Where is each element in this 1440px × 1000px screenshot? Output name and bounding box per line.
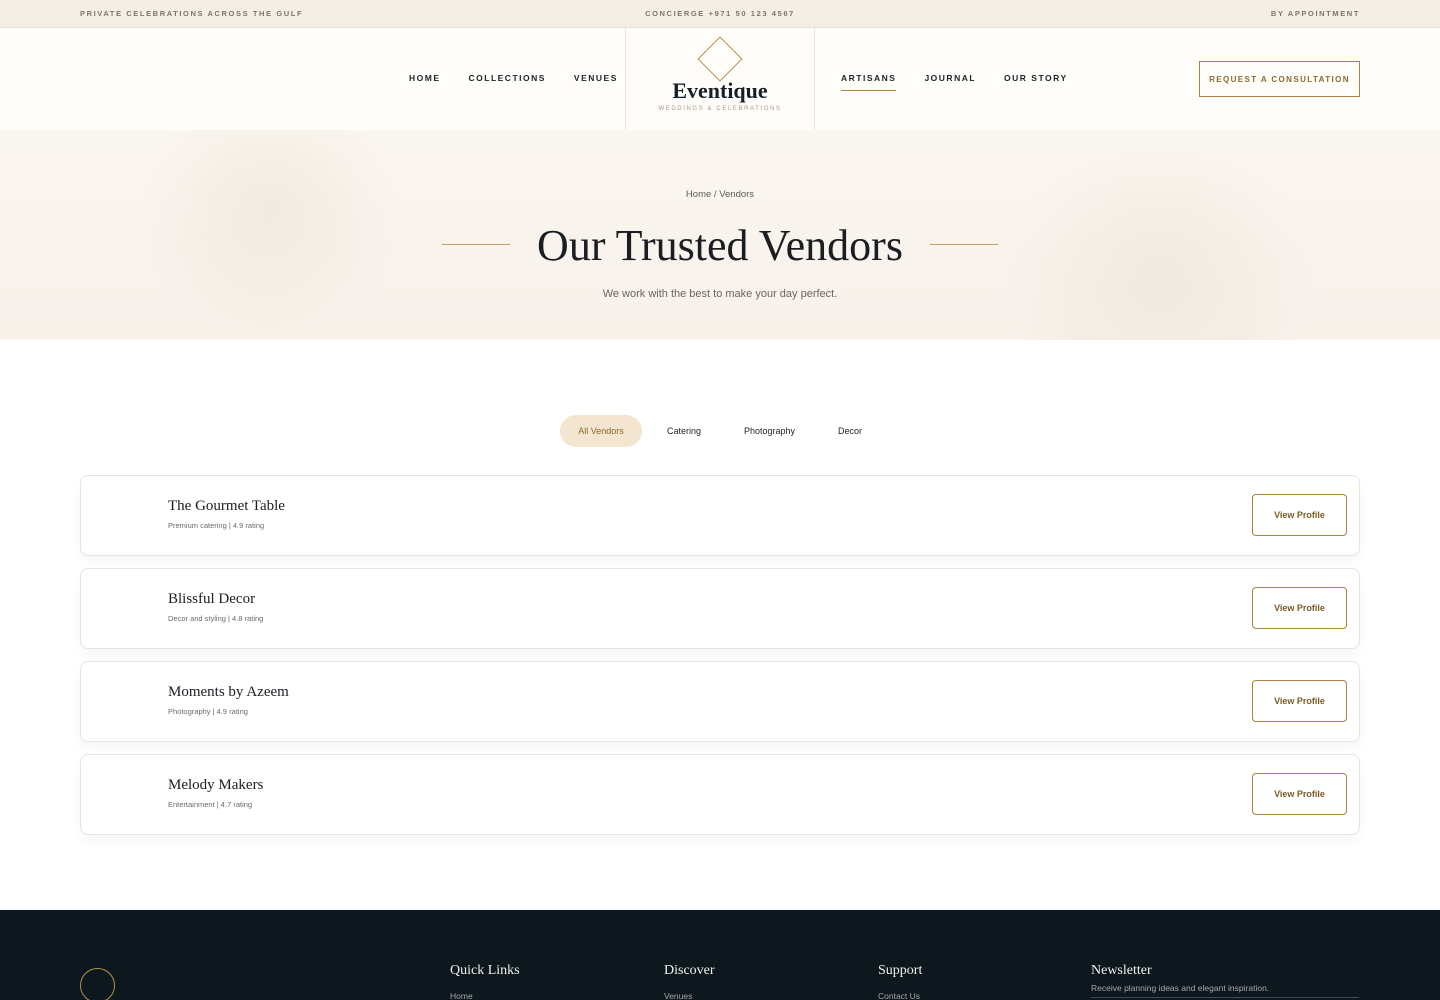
topbar-concierge-phone[interactable]: CONCIERGE +971 50 123 4567 <box>0 9 1440 18</box>
footer-discover-title: Discover <box>664 963 715 978</box>
view-profile-button[interactable]: View Profile <box>1252 680 1347 722</box>
filter-catering[interactable]: Catering <box>651 415 717 447</box>
vendor-name: Blissful Decor <box>168 591 256 607</box>
page-subtitle: We work with the best to make your day p… <box>602 288 838 300</box>
filter-photography[interactable]: Photography <box>730 415 809 447</box>
nav-home[interactable]: HOME <box>409 73 441 90</box>
footer-link-venues[interactable]: Venues <box>664 991 692 1000</box>
vendor-card: The Gourmet Table Premium catering | 4.9… <box>80 475 1360 556</box>
logo-wordmark: Eventique <box>672 78 768 103</box>
page-hero: Home / Vendors Our Trusted Vendors We wo… <box>0 130 1440 340</box>
filter-decor[interactable]: Decor <box>824 415 876 447</box>
footer-newsletter-title: Newsletter <box>1091 963 1152 978</box>
footer-link-home[interactable]: Home <box>450 991 473 1000</box>
vendor-card: Moments by Azeem Photography | 4.9 ratin… <box>80 661 1360 742</box>
view-profile-button[interactable]: View Profile <box>1252 587 1347 629</box>
vendor-filter-tabs: All Vendors Catering Photography Decor <box>0 415 1440 447</box>
page-title: Our Trusted Vendors <box>537 221 903 270</box>
vendor-meta: Entertainment | 4.7 rating <box>168 800 253 809</box>
footer-logo-icon[interactable] <box>80 968 115 1000</box>
footer-support-title: Support <box>878 963 923 978</box>
vendor-meta: Premium catering | 4.9 rating <box>168 521 265 530</box>
breadcrumb-current: Vendors <box>719 189 755 200</box>
topbar-appointment: BY APPOINTMENT <box>1270 9 1360 18</box>
view-profile-button[interactable]: View Profile <box>1252 773 1347 815</box>
vendor-name: The Gourmet Table <box>168 498 285 514</box>
vendor-card: Blissful Decor Decor and styling | 4.8 r… <box>80 568 1360 649</box>
nav-our-story[interactable]: OUR STORY <box>1004 73 1068 91</box>
footer-link-contact-us[interactable]: Contact Us <box>878 991 920 1000</box>
logo-tagline: WEDDINGS & CELEBRATIONS <box>658 106 782 112</box>
vendor-name: Melody Makers <box>168 777 264 793</box>
vendor-name: Moments by Azeem <box>168 684 289 700</box>
view-profile-button[interactable]: View Profile <box>1252 494 1347 536</box>
footer-quick-links-title: Quick Links <box>450 963 520 978</box>
vendor-meta: Photography | 4.9 rating <box>168 707 248 716</box>
nav-artisans[interactable]: ARTISANS <box>841 73 897 91</box>
title-divider-right <box>930 244 998 245</box>
vendor-meta: Decor and styling | 4.8 rating <box>168 614 264 623</box>
breadcrumb: Home / Vendors <box>0 189 1440 200</box>
diamond-logo-icon <box>697 36 743 82</box>
nav-collections[interactable]: COLLECTIONS <box>469 73 546 90</box>
top-strip: PRIVATE CELEBRATIONS ACROSS THE GULF CON… <box>0 0 1440 28</box>
site-footer: Quick Links Home Discover Venues Support… <box>0 910 1440 1000</box>
newsletter-email-input[interactable] <box>1091 997 1359 998</box>
site-logo[interactable]: Eventique WEDDINGS & CELEBRATIONS <box>625 28 815 130</box>
site-header: HOME COLLECTIONS VENUES Eventique WEDDIN… <box>0 28 1440 130</box>
vendor-card: Melody Makers Entertainment | 4.7 rating… <box>80 754 1360 835</box>
breadcrumb-home[interactable]: Home <box>686 189 711 200</box>
nav-venues[interactable]: VENUES <box>574 73 618 90</box>
filter-all-vendors[interactable]: All Vendors <box>560 415 642 447</box>
nav-journal[interactable]: JOURNAL <box>924 73 976 91</box>
footer-newsletter-text: Receive planning ideas and elegant inspi… <box>1091 983 1270 993</box>
primary-nav-left: HOME COLLECTIONS VENUES <box>409 73 646 90</box>
primary-nav-right: ARTISANS JOURNAL OUR STORY <box>841 73 1096 91</box>
request-consultation-button[interactable]: REQUEST A CONSULTATION <box>1199 61 1360 97</box>
breadcrumb-separator: / <box>711 189 720 200</box>
